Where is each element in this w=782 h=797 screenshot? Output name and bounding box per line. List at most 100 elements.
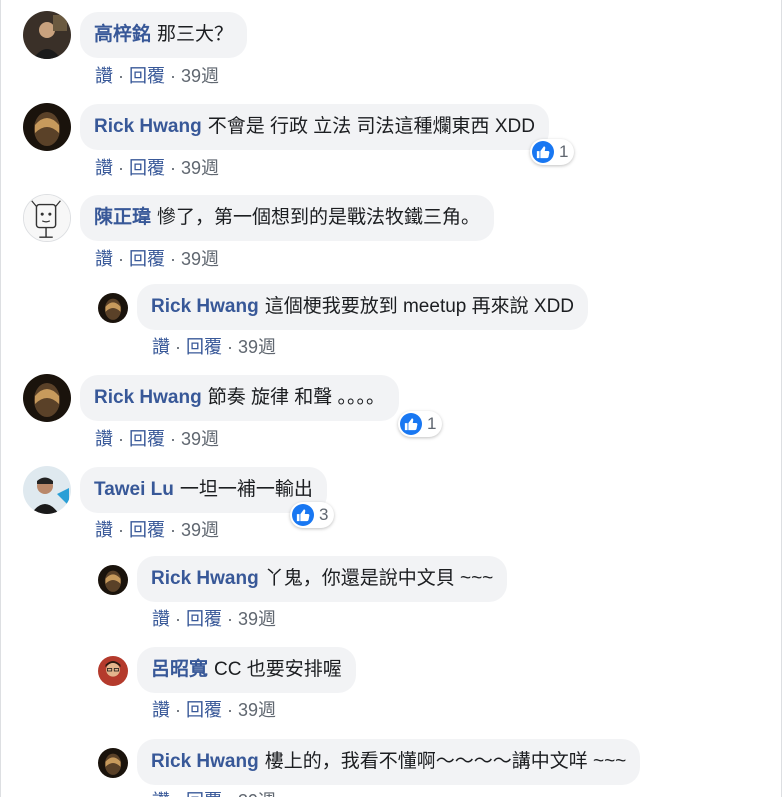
separator: ·	[118, 520, 124, 540]
comment-author[interactable]: 呂昭寬	[151, 659, 208, 680]
like-link[interactable]: 讚	[95, 429, 113, 449]
timestamp[interactable]: 39週	[181, 66, 219, 86]
like-link[interactable]: 讚	[152, 609, 170, 629]
avatar[interactable]	[23, 194, 71, 242]
reaction-count[interactable]: 3	[290, 502, 335, 528]
comment-actions: 讚·回覆·39週	[95, 516, 219, 542]
avatar[interactable]	[23, 103, 71, 151]
comment-actions: 讚·回覆·39週	[95, 62, 219, 88]
reply-bubble: Rick Hwang 丫鬼，你還是說中文貝 ~~~	[137, 556, 508, 602]
like-link[interactable]: 讚	[95, 249, 113, 269]
comment-actions: 讚·回覆·39週	[152, 333, 276, 359]
separator: ·	[175, 791, 181, 797]
comment-thread: 高梓銘 那三大？ 讚 · 回覆 · 39週 Rick Hwang 不會是 行政 立法 司法這…	[0, 0, 782, 797]
like-link[interactable]: 讚	[95, 66, 113, 86]
like-count: 1	[559, 142, 569, 161]
comment-text: 丫鬼，你還是說中文貝 ~~~	[264, 568, 494, 589]
comment-actions: 讚·回覆·39週	[95, 245, 219, 271]
reaction-count[interactable]: 1	[530, 139, 575, 165]
like-link[interactable]: 讚	[152, 700, 170, 720]
timestamp[interactable]: 39週	[238, 609, 276, 629]
timestamp[interactable]: 39週	[238, 791, 276, 797]
timestamp[interactable]: 39週	[238, 700, 276, 720]
separator: ·	[170, 158, 176, 178]
comment-bubble: Tawei Lu 一坦一補一輸出	[80, 467, 327, 513]
thumbs-up-icon	[292, 504, 314, 526]
separator: ·	[175, 609, 181, 629]
comment-text: 樓上的，我看不懂啊～～～～講中文咩 ~~~	[264, 751, 627, 772]
thumbs-up-icon	[532, 141, 554, 163]
comment-author[interactable]: 高梓銘	[94, 24, 151, 45]
comment-author[interactable]: Rick Hwang	[151, 568, 259, 589]
reply-link[interactable]: 回覆	[129, 429, 165, 449]
separator: ·	[227, 700, 233, 720]
like-count: 3	[319, 505, 329, 524]
like-link[interactable]: 讚	[152, 791, 170, 797]
avatar[interactable]	[23, 466, 71, 514]
avatar[interactable]	[98, 748, 128, 778]
comment-actions: 讚 · 回覆 · 39週	[152, 787, 276, 797]
timestamp[interactable]: 39週	[181, 158, 219, 178]
separator: ·	[170, 429, 176, 449]
separator: ·	[118, 158, 124, 178]
reply-link[interactable]: 回覆	[129, 66, 165, 86]
avatar[interactable]	[98, 656, 128, 686]
comment-author[interactable]: Rick Hwang	[151, 296, 259, 317]
comment-author[interactable]: Tawei Lu	[94, 479, 174, 500]
like-count: 1	[427, 414, 437, 433]
timestamp[interactable]: 39週	[181, 249, 219, 269]
comment-bubble: 陳正瑋 慘了，第一個想到的是戰法牧鐵三角。	[80, 195, 495, 241]
comment-text: 不會是 行政 立法 司法這種爛東西 XDD	[207, 116, 535, 137]
separator: ·	[175, 700, 181, 720]
separator: ·	[227, 791, 233, 797]
comment-text: 那三大？	[157, 24, 234, 45]
comment-author[interactable]: Rick Hwang	[94, 116, 202, 137]
like-link[interactable]: 讚	[95, 158, 113, 178]
comment-author[interactable]: Rick Hwang	[151, 751, 259, 772]
avatar[interactable]	[23, 11, 71, 59]
reply-link[interactable]: 回覆	[186, 609, 222, 629]
like-link[interactable]: 讚	[95, 520, 113, 540]
reply-link[interactable]: 回覆	[129, 520, 165, 540]
avatar[interactable]	[98, 293, 128, 323]
separator: ·	[118, 249, 124, 269]
separator: ·	[175, 337, 181, 357]
separator: ·	[118, 429, 124, 449]
comment-text: 慘了，第一個想到的是戰法牧鐵三角。	[157, 207, 481, 228]
thumbs-up-icon	[400, 413, 422, 435]
reply-bubble: Rick Hwang 這個梗我要放到 meetup 再來說 XDD	[137, 284, 589, 330]
reply-link[interactable]: 回覆	[186, 791, 222, 797]
reply-link[interactable]: 回覆	[186, 700, 222, 720]
timestamp[interactable]: 39週	[181, 520, 219, 540]
reply-bubble: Rick Hwang 樓上的，我看不懂啊～～～～講中文咩 ~~~	[137, 739, 641, 785]
comment-text: 節奏 旋律 和聲 。。。。	[207, 387, 386, 408]
comment-text: 一坦一補一輸出	[179, 479, 313, 500]
like-link[interactable]: 讚	[152, 337, 170, 357]
avatar[interactable]	[98, 565, 128, 595]
comment-actions: 讚·回覆·39週	[95, 154, 219, 180]
comment-actions: 讚·回覆·39週	[152, 605, 276, 631]
comment-text: 這個梗我要放到 meetup 再來說 XDD	[264, 296, 575, 317]
timestamp[interactable]: 39週	[238, 337, 276, 357]
avatar[interactable]	[23, 374, 71, 422]
comment-bubble: 高梓銘 那三大？	[80, 12, 248, 58]
comment-actions: 讚·回覆·39週	[95, 425, 219, 451]
separator: ·	[170, 249, 176, 269]
separator: ·	[170, 66, 176, 86]
separator: ·	[227, 337, 233, 357]
reaction-count[interactable]: 1	[398, 411, 443, 437]
timestamp[interactable]: 39週	[181, 429, 219, 449]
separator: ·	[170, 520, 176, 540]
comment-bubble: Rick Hwang 節奏 旋律 和聲 。。。。	[80, 375, 400, 421]
reply-bubble: 呂昭寬 CC 也要安排喔	[137, 647, 356, 693]
comment-author[interactable]: Rick Hwang	[94, 387, 202, 408]
comment-bubble: Rick Hwang 不會是 行政 立法 司法這種爛東西 XDD	[80, 104, 549, 150]
reply-link[interactable]: 回覆	[186, 337, 222, 357]
comment-actions: 讚·回覆·39週	[152, 696, 276, 722]
comment-author[interactable]: 陳正瑋	[94, 207, 151, 228]
left-border	[0, 0, 1, 797]
reply-link[interactable]: 回覆	[129, 249, 165, 269]
reply-link[interactable]: 回覆	[129, 158, 165, 178]
separator: ·	[227, 609, 233, 629]
separator: ·	[118, 66, 124, 86]
